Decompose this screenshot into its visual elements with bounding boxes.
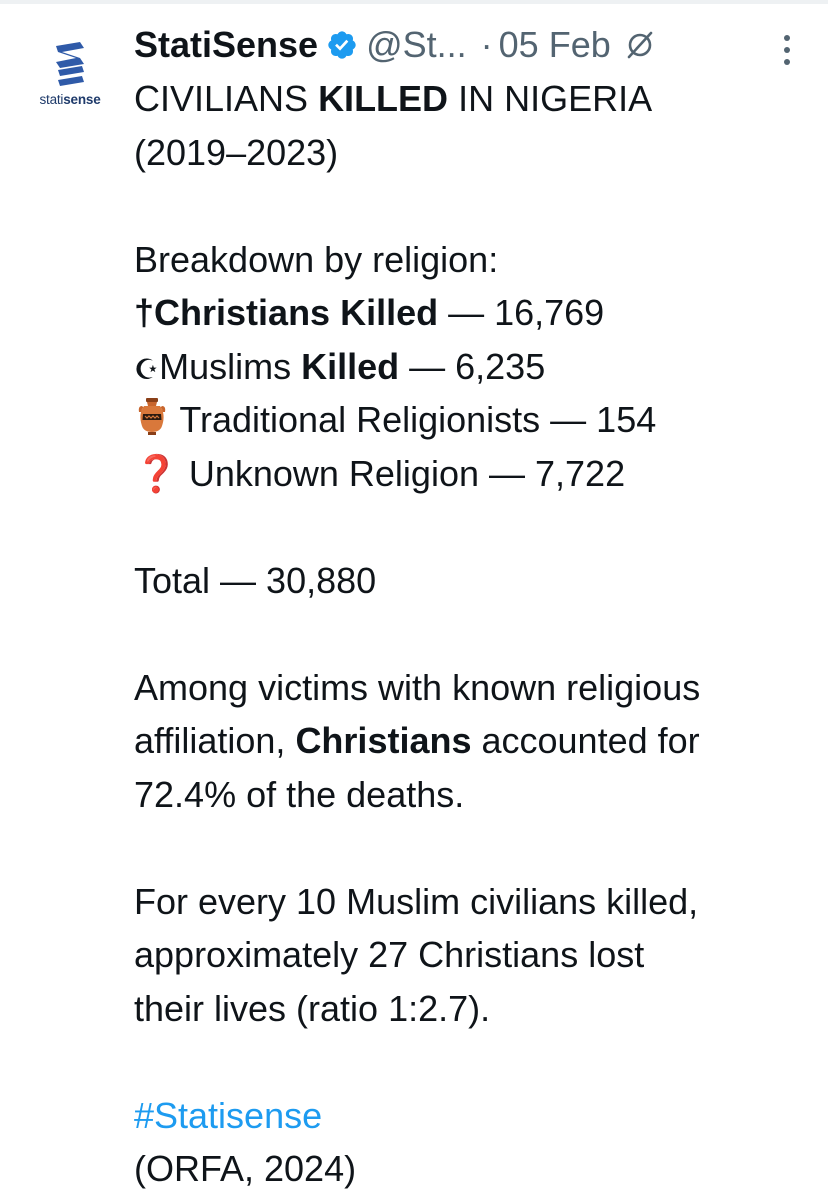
author-handle[interactable]: @St... — [366, 24, 467, 66]
item-christians-label: Christians Killed — [154, 292, 439, 333]
para1-line2-bold: Christians — [295, 720, 472, 761]
years-line: (2019–2023) — [134, 131, 339, 173]
item-muslims-bold: Killed — [301, 345, 400, 387]
title-bold: KILLED — [318, 78, 449, 119]
para2-line2: approximately 27 Christians lost — [134, 934, 645, 975]
breakdown-heading: Breakdown by religion: — [134, 238, 499, 280]
para2-line3: their lives (ratio 1:2.7). — [134, 987, 491, 1029]
para2-line1: For every 10 Muslim civilians killed, — [134, 880, 699, 922]
title-pre: CIVILIANS — [134, 78, 319, 119]
tweet-header: StatiSense @St... · 05 Feb — [134, 22, 814, 68]
item-christians: †Christians Killed — 16,769 — [134, 286, 814, 340]
avatar-brand-suffix: sense — [63, 92, 101, 107]
amphora-icon — [134, 396, 170, 451]
separator-dot: · — [480, 24, 493, 65]
title-post: IN NIGERIA — [448, 78, 653, 119]
para1-line2: affiliation, Christians accounted for — [134, 714, 814, 768]
avatar-brand-prefix: stati — [39, 92, 64, 107]
source-line: (ORFA, 2024) — [134, 1148, 357, 1189]
cross-icon: † — [134, 292, 155, 333]
item-traditional-text: Traditional Religionists — 154 — [170, 399, 657, 440]
para1-line3: 72.4% of the deaths. — [134, 773, 465, 815]
item-traditional: Traditional Religionists — 154 — [134, 393, 814, 447]
item-muslims-plain: Muslims — [159, 345, 302, 387]
grok-icon[interactable] — [625, 30, 655, 60]
avatar[interactable]: statisense — [28, 40, 112, 114]
tweet-date[interactable]: 05 Feb — [499, 24, 611, 66]
statisense-logo-icon — [56, 42, 84, 86]
hashtag-link[interactable]: #Statisense — [134, 1095, 322, 1136]
tweet-text: CIVILIANS KILLED IN NIGERIA (2019–2023) … — [134, 72, 814, 1196]
item-muslims-value: — 6,235 — [399, 345, 546, 387]
item-muslims: ☪Muslims Killed — 6,235 — [134, 340, 814, 394]
author-name[interactable]: StatiSense — [134, 24, 318, 66]
red-question-icon: ❓ — [134, 452, 179, 494]
title-line: CIVILIANS KILLED IN NIGERIA — [134, 72, 814, 126]
para1-line2-pre: affiliation, — [134, 720, 296, 761]
para1-line2-post: accounted for — [471, 720, 700, 761]
crescent-icon: ☪ — [134, 353, 160, 385]
total-line: Total — 30,880 — [134, 559, 377, 601]
para1-line1: Among victims with known religious — [134, 666, 701, 708]
avatar-brand-label: statisense — [28, 92, 112, 107]
item-unknown-text: Unknown Religion — 7,722 — [178, 452, 626, 494]
item-unknown: ❓ Unknown Religion — 7,722 — [134, 447, 814, 501]
more-vertical-icon[interactable] — [772, 30, 802, 70]
item-christians-value: — 16,769 — [438, 292, 605, 333]
top-edge — [0, 0, 828, 4]
verified-badge-icon — [326, 29, 358, 61]
